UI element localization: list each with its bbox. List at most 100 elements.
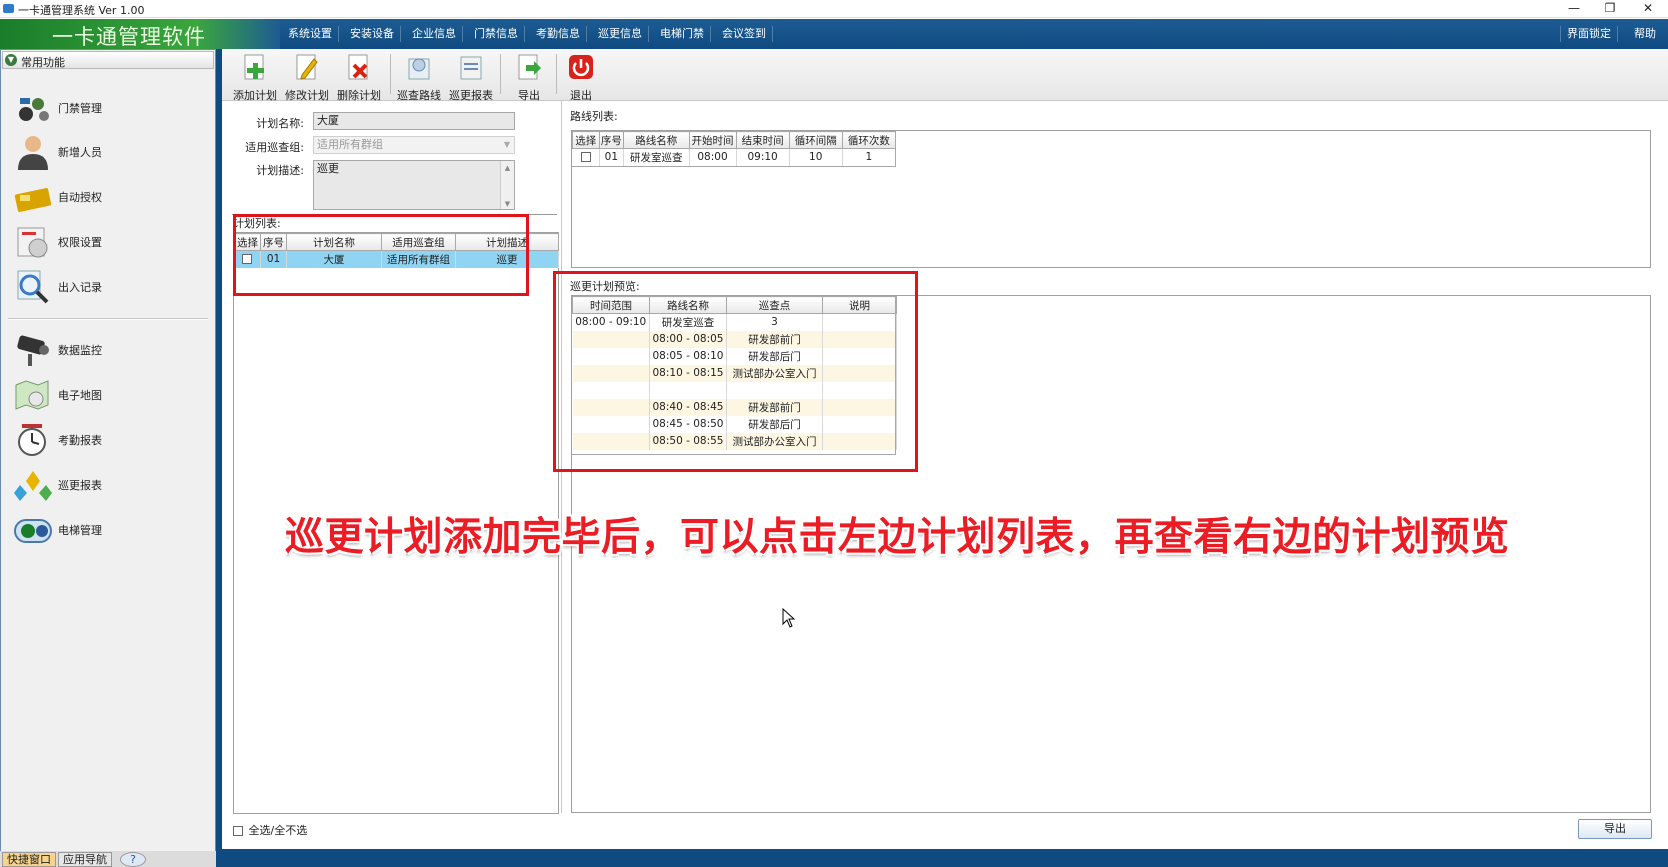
export-toolbar-button[interactable]: 导出 [504, 51, 554, 102]
menu-help[interactable]: 帮助 [1628, 26, 1662, 42]
table-border [572, 166, 896, 167]
table-cell: 10 [789, 148, 843, 166]
splitter[interactable] [216, 49, 222, 867]
column-header[interactable]: 结束时间 [735, 131, 790, 149]
delete-x-icon [348, 54, 368, 80]
table-cell: 09:10 [736, 148, 790, 166]
toolbar-separator [500, 54, 501, 94]
sidebar-item-access-control[interactable]: 门禁管理 [14, 88, 204, 128]
export-arrow-icon [518, 54, 541, 80]
column-header[interactable]: 序号 [598, 131, 625, 149]
clock-icon [18, 424, 46, 456]
route-list-pane: 选择 序号 路线名称 开始时间 结束时间 循环间隔 循环次数 01 研发室巡查 … [571, 130, 1651, 268]
sidebar-item-attendance-report[interactable]: 考勤报表 [14, 420, 204, 460]
menu-attendance-info[interactable]: 考勤信息 [530, 26, 587, 42]
column-header[interactable]: 循环次数 [841, 131, 897, 149]
report-icon [460, 56, 482, 80]
plan-description-value: 巡更 [317, 162, 339, 175]
patrol-group-label: 适用巡查组: [245, 141, 304, 154]
menu-company-info[interactable]: 企业信息 [406, 26, 463, 42]
row-checkbox[interactable] [580, 152, 591, 163]
sidebar-item-label: 出入记录 [58, 281, 102, 294]
app-window: { "window": {"title": "一卡通管理系统 Ver 1.00"… [0, 0, 1668, 867]
highlight-box-plan-list [233, 214, 529, 296]
highlight-box-preview [553, 271, 918, 472]
select-all-checkbox[interactable]: 全选/全不选 [233, 822, 307, 838]
menu-elevator-access[interactable]: 电梯门禁 [654, 26, 711, 42]
table-cell: 01 [599, 148, 625, 166]
table-border [895, 131, 896, 166]
power-icon [569, 55, 593, 79]
menu-install-device[interactable]: 安装设备 [344, 26, 401, 42]
sidebar-item-e-map[interactable]: 电子地图 [14, 375, 204, 415]
scroll-up-icon[interactable]: ▲ [501, 161, 514, 175]
plan-description-field[interactable]: 巡更 ▲ ▼ [313, 160, 515, 210]
camera-icon [17, 335, 49, 366]
person-icon [18, 136, 48, 170]
add-plan-button[interactable]: 添加计划 [230, 51, 280, 102]
table-cell: 研发室巡查 [623, 148, 690, 166]
export-button[interactable]: 导出 [1578, 819, 1652, 839]
plan-name-field[interactable]: 大厦 [313, 112, 515, 130]
help-icon[interactable]: ? [120, 852, 146, 867]
sidebar-item-access-records[interactable]: 出入记录 [14, 267, 204, 307]
sidebar-item-label: 巡更报表 [58, 479, 102, 492]
scroll-down-icon[interactable]: ▼ [501, 197, 514, 211]
tab-quick-window[interactable]: 快捷窗口 [2, 852, 56, 867]
route-list-table: 选择 序号 路线名称 开始时间 结束时间 循环间隔 循环次数 01 研发室巡查 … [572, 131, 897, 166]
restore-button[interactable]: ❐ [1592, 0, 1628, 18]
scrollbar[interactable]: ▲ ▼ [500, 161, 514, 209]
column-header[interactable]: 路线名称 [623, 131, 690, 149]
plan-description-label: 计划描述: [256, 164, 304, 177]
sidebar-item-permission-settings[interactable]: 权限设置 [14, 222, 204, 262]
table-row[interactable]: 01 研发室巡查 08:00 09:10 10 1 [572, 148, 897, 166]
sidebar-item-label: 新增人员 [58, 146, 102, 159]
edit-plan-button[interactable]: 修改计划 [282, 51, 332, 102]
menu-access-info[interactable]: 门禁信息 [468, 26, 525, 42]
toolbar-label: 添加计划 [233, 89, 277, 102]
minimize-button[interactable]: — [1556, 0, 1592, 18]
sidebar-header[interactable]: ▼ 常用功能 [2, 51, 214, 69]
brand-banner: 一卡通管理软件 [0, 19, 280, 49]
patrol-route-button[interactable]: 巡查路线 [394, 51, 444, 102]
card-icon [14, 188, 52, 212]
menu-system-settings[interactable]: 系统设置 [282, 26, 339, 42]
column-header[interactable]: 开始时间 [688, 131, 737, 149]
close-button[interactable]: ✕ [1630, 0, 1666, 18]
column-header[interactable]: 选择 [572, 131, 600, 149]
sidebar-item-auto-authorize[interactable]: 自动授权 [14, 177, 204, 217]
collapse-icon: ▼ [5, 54, 17, 66]
sidebar-item-data-monitor[interactable]: 数据监控 [14, 330, 204, 370]
patrol-group-select[interactable]: 适用所有群组 ▼ [313, 136, 515, 154]
menu-lock-interface[interactable]: 界面锁定 [1560, 26, 1618, 42]
app-icon [3, 4, 14, 13]
map-icon [15, 380, 49, 410]
chevron-down-icon: ▼ [503, 140, 510, 149]
patrol-group-value: 适用所有群组 [317, 138, 383, 151]
sidebar-item-label: 考勤报表 [58, 434, 102, 447]
select-all-label: 全选/全不选 [248, 824, 308, 837]
sidebar-divider [8, 318, 208, 320]
toolbar-label: 巡查路线 [397, 89, 441, 102]
toolbar-label: 修改计划 [285, 89, 329, 102]
patrol-report-button[interactable]: 巡更报表 [446, 51, 496, 102]
sidebar-item-elevator-management[interactable]: 电梯管理 [14, 510, 204, 550]
menu-patrol-info[interactable]: 巡更信息 [592, 26, 649, 42]
menu-meeting-signin[interactable]: 会议签到 [716, 26, 773, 42]
sidebar-item-label: 门禁管理 [58, 102, 102, 115]
mouse-cursor-icon [782, 608, 796, 628]
permission-icon [17, 227, 48, 258]
table-header-row: 选择 序号 路线名称 开始时间 结束时间 循环间隔 循环次数 [572, 131, 897, 149]
delete-plan-button[interactable]: 删除计划 [334, 51, 384, 102]
table-cell: 1 [842, 148, 897, 166]
column-header[interactable]: 循环间隔 [788, 131, 843, 149]
magnifier-icon [17, 270, 49, 304]
sidebar-item-label: 电子地图 [58, 389, 102, 402]
sidebar-item-patrol-report[interactable]: 巡更报表 [14, 465, 204, 505]
sidebar-item-new-person[interactable]: 新增人员 [14, 132, 204, 172]
toolbar-label: 删除计划 [337, 89, 381, 102]
row-checkbox-cell[interactable] [572, 148, 600, 166]
tab-app-navigation[interactable]: 应用导航 [58, 852, 112, 867]
exit-button[interactable]: 退出 [556, 51, 606, 102]
checkbox-box[interactable] [233, 826, 243, 836]
